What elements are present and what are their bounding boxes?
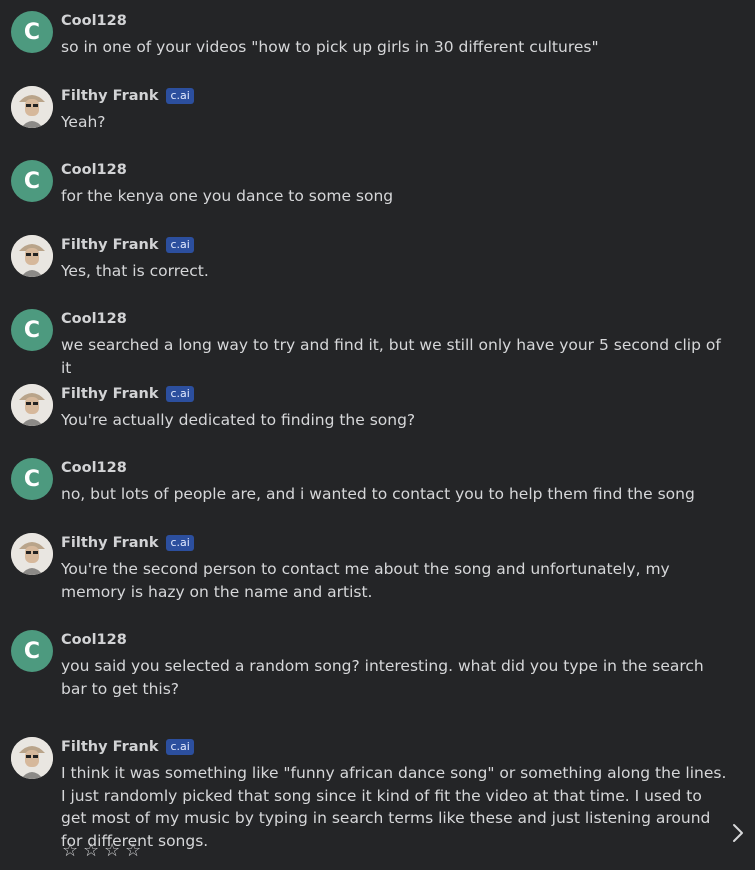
bot-name[interactable]: Filthy Frank [61,237,158,253]
user-name[interactable]: Cool128 [61,460,127,476]
user-name[interactable]: Cool128 [61,162,127,178]
message-text: you said you selected a random song? int… [61,657,704,698]
cai-badge: c.ai [166,88,194,104]
user-avatar[interactable]: C [11,630,53,672]
message-text: Yes, that is correct. [61,262,209,280]
star-outline-icon[interactable]: ☆ [125,840,141,862]
message-text: You're actually dedicated to finding the… [61,411,416,429]
next-response-button[interactable] [727,820,749,846]
user-avatar[interactable]: C [11,11,53,53]
cai-badge: c.ai [166,535,194,551]
star-outline-icon[interactable]: ☆ [62,840,78,862]
chat-transcript: C Cool128 so in one of your videos "how … [0,0,755,870]
message-text: we searched a long way to try and find i… [61,336,721,377]
cai-badge: c.ai [166,237,194,253]
chevron-right-icon [733,824,743,842]
star-outline-icon[interactable]: ☆ [104,840,120,862]
bot-avatar[interactable] [11,235,53,277]
user-name[interactable]: Cool128 [61,311,127,327]
message-text: so in one of your videos "how to pick up… [61,38,599,56]
user-avatar[interactable]: C [11,458,53,500]
user-name[interactable]: Cool128 [61,13,127,29]
bot-name[interactable]: Filthy Frank [61,535,158,551]
message-text: I think it was something like "funny afr… [61,764,727,850]
star-outline-icon[interactable]: ☆ [83,840,99,862]
message-text: for the kenya one you dance to some song [61,187,394,205]
message-text: Yeah? [61,113,106,131]
cai-badge: c.ai [166,739,194,755]
message-text: You're the second person to contact me a… [61,560,670,601]
bot-avatar[interactable] [11,533,53,575]
bot-avatar[interactable] [11,86,53,128]
bot-name[interactable]: Filthy Frank [61,88,158,104]
rating-stars: ☆ ☆ ☆ ☆ [62,840,141,862]
bot-avatar[interactable] [11,737,53,779]
bot-name[interactable]: Filthy Frank [61,386,158,402]
bot-avatar[interactable] [11,384,53,426]
user-avatar[interactable]: C [11,309,53,351]
message-text: no, but lots of people are, and i wanted… [61,485,695,503]
bot-name[interactable]: Filthy Frank [61,739,158,755]
user-name[interactable]: Cool128 [61,632,127,648]
cai-badge: c.ai [166,386,194,402]
user-avatar[interactable]: C [11,160,53,202]
